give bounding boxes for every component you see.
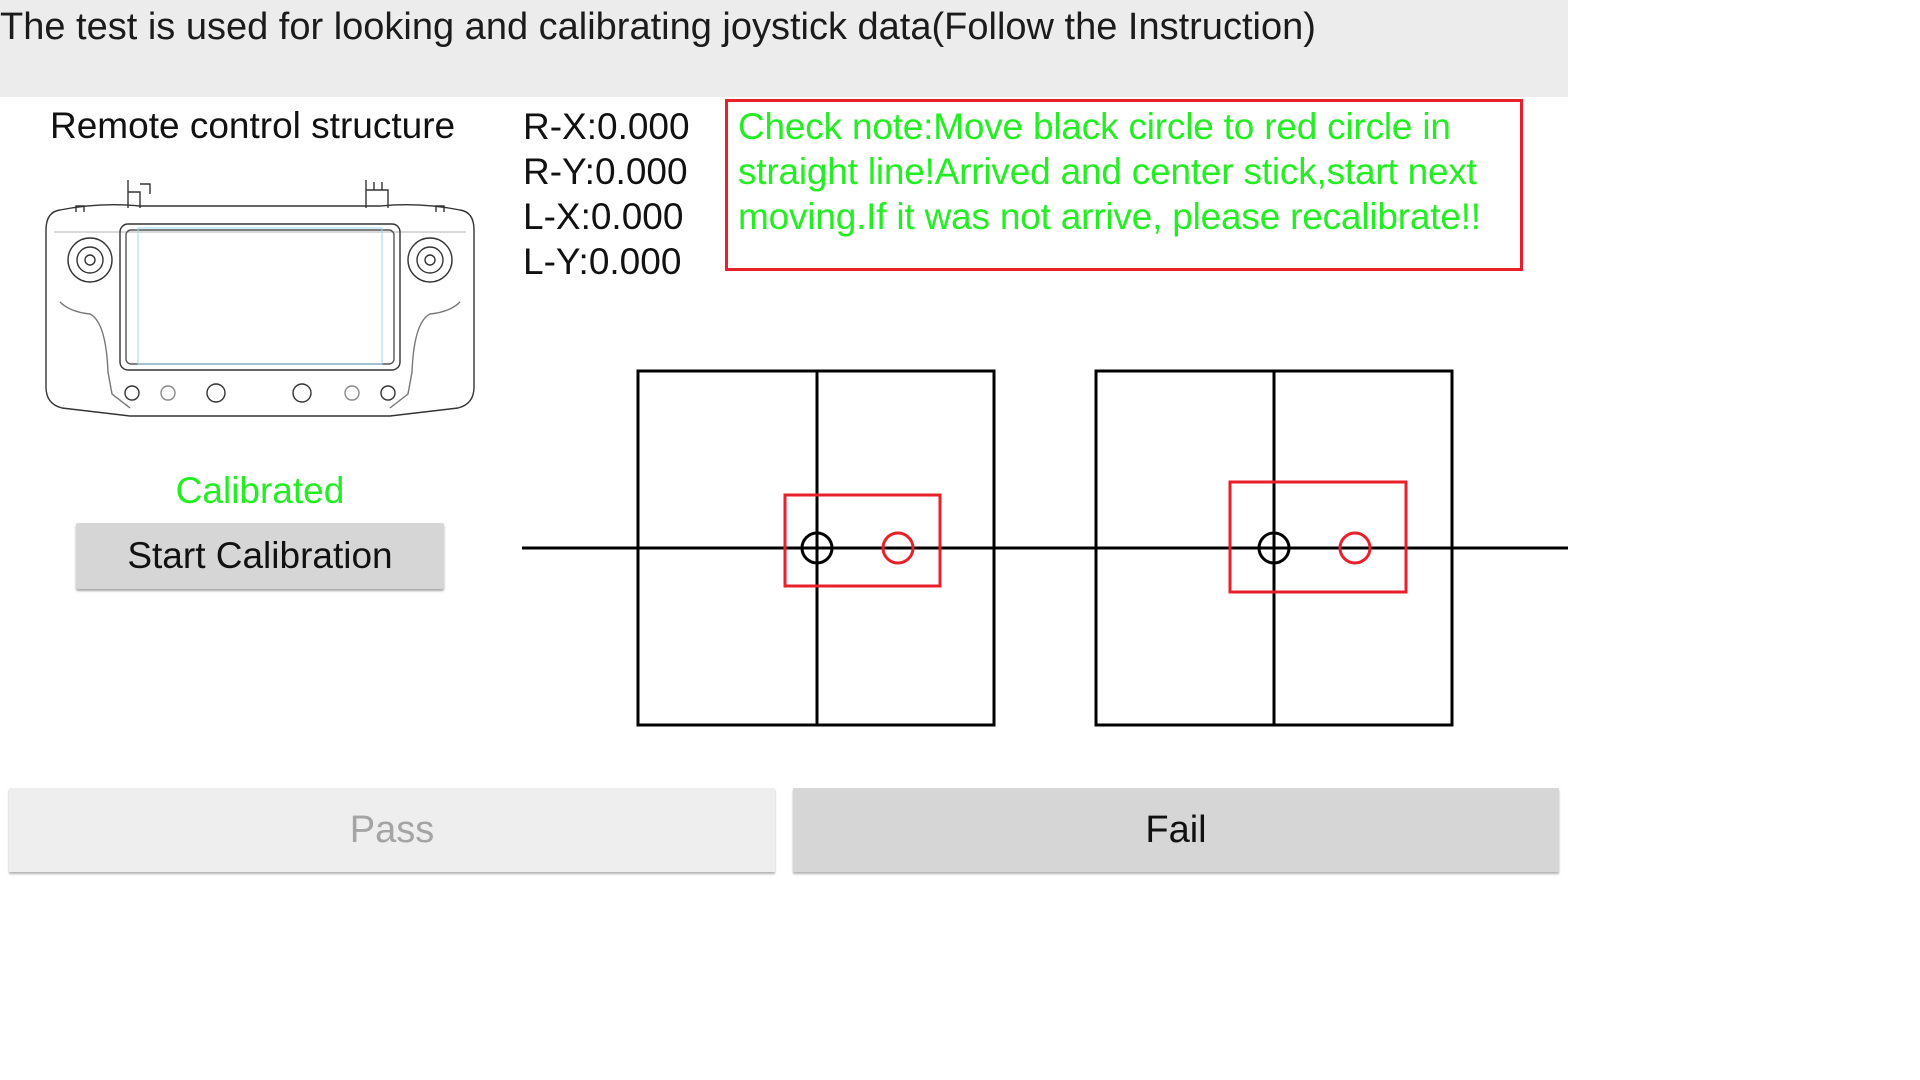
right-target-circle bbox=[1338, 531, 1372, 565]
fail-button[interactable]: Fail bbox=[793, 788, 1559, 872]
left-pad-frame bbox=[636, 369, 996, 727]
structure-label: Remote control structure bbox=[50, 105, 456, 146]
joystick-test-screen: The test is used for looking and calibra… bbox=[0, 0, 1568, 881]
left-y-value: L-Y:0.000 bbox=[523, 241, 682, 282]
check-note-text: Check note:Move black circle to red circ… bbox=[738, 106, 1481, 237]
right-y-value: R-Y:0.000 bbox=[523, 151, 688, 192]
left-target-zone bbox=[783, 493, 942, 588]
right-target-zone bbox=[1228, 480, 1408, 594]
header-bar: The test is used for looking and calibra… bbox=[0, 0, 1568, 97]
right-pad-frame bbox=[1094, 369, 1454, 727]
right-x-value: R-X:0.000 bbox=[523, 106, 690, 147]
check-note-box: Check note:Move black circle to red circ… bbox=[725, 99, 1523, 271]
right-joystick-pad bbox=[1094, 369, 1454, 727]
page-title: The test is used for looking and calibra… bbox=[0, 6, 1316, 48]
left-x-value: L-X:0.000 bbox=[523, 196, 684, 237]
left-target-circle bbox=[881, 531, 915, 565]
axis-readout: R-X:0.000 R-Y:0.000 L-X:0.000 L-Y:0.000 bbox=[523, 104, 690, 284]
left-joystick-pad bbox=[636, 369, 996, 727]
calibration-status: Calibrated bbox=[175, 470, 345, 511]
right-current-circle bbox=[1257, 531, 1291, 565]
start-calibration-button[interactable]: Start Calibration bbox=[76, 523, 444, 589]
left-current-circle bbox=[800, 531, 834, 565]
pass-button[interactable]: Pass bbox=[9, 788, 775, 872]
remote-controller-icon bbox=[45, 180, 475, 417]
